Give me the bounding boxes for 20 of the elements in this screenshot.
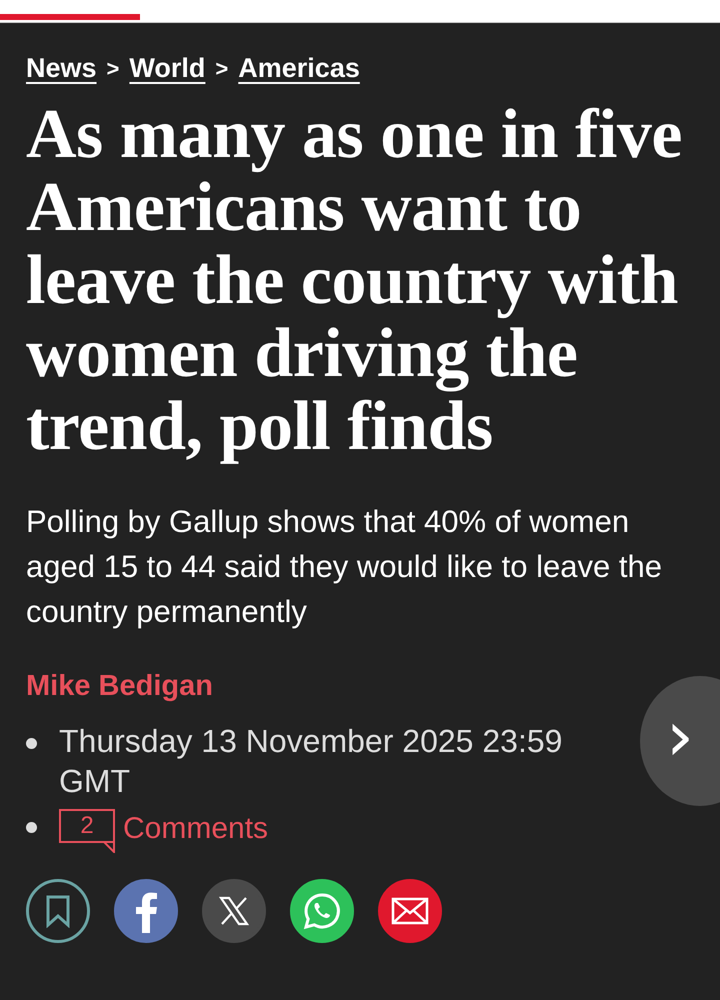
x-icon bbox=[219, 896, 249, 926]
bookmark-button[interactable] bbox=[26, 879, 90, 943]
author-link[interactable]: Mike Bedigan bbox=[26, 670, 213, 703]
next-article-button[interactable]: › bbox=[640, 676, 720, 806]
publish-date: Thursday 13 November 2025 23:59 GMT bbox=[59, 722, 564, 801]
bullet-icon bbox=[26, 822, 37, 833]
speech-bubble-tail-icon bbox=[103, 841, 115, 853]
breadcrumb-link[interactable]: World bbox=[129, 53, 206, 84]
breadcrumb-link[interactable]: Americas bbox=[238, 53, 360, 84]
envelope-icon bbox=[391, 897, 429, 925]
comment-count: 2 bbox=[59, 809, 115, 843]
breadcrumb-link[interactable]: News bbox=[26, 53, 97, 84]
chat-bubble-icon bbox=[302, 891, 342, 931]
breadcrumb-separator: > bbox=[215, 56, 228, 82]
comments-link[interactable]: 2 Comments bbox=[59, 805, 268, 853]
standfirst: Polling by Gallup shows that 40% of women aged 15 to 44 said they would like to leave the country permanently bbox=[26, 503, 663, 631]
headline: As many as one in five Americans want to leave the country with women driving the trend, poll finds bbox=[26, 98, 683, 463]
bookmark-icon bbox=[45, 894, 71, 928]
bullet-icon bbox=[26, 738, 37, 749]
breadcrumb-separator: > bbox=[106, 56, 120, 82]
